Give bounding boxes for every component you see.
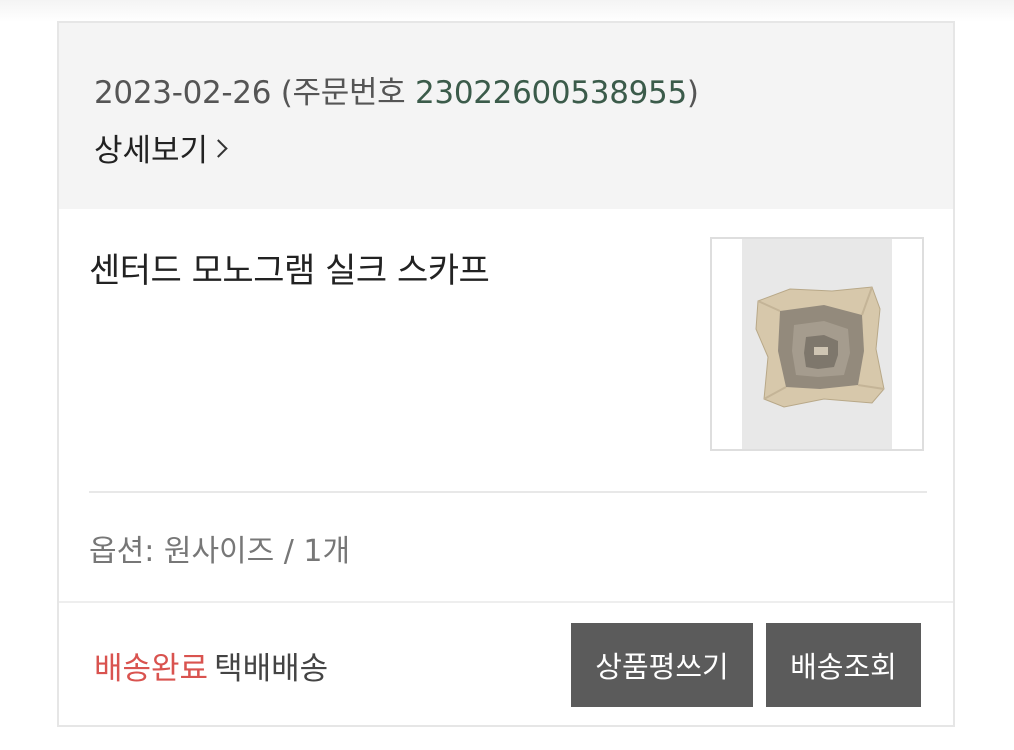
product-thumbnail[interactable] xyxy=(710,237,924,451)
order-card: 2023-02-26 (주문번호 23022600538955) 상세보기 센터… xyxy=(57,21,955,727)
detail-label: 상세보기 xyxy=(94,133,209,169)
order-number-prefix: (주문번호 xyxy=(271,75,415,111)
product-name[interactable]: 센터드 모노그램 실크 스카프 xyxy=(89,243,490,292)
order-header: 2023-02-26 (주문번호 23022600538955) 상세보기 xyxy=(59,23,953,209)
order-info: 2023-02-26 (주문번호 23022600538955) xyxy=(94,67,699,112)
shipping-status: 배송완료 택배배송 xyxy=(94,643,328,688)
scarf-image xyxy=(755,286,885,408)
product-option: 옵션: 원사이즈 / 1개 xyxy=(89,534,351,569)
order-date: 2023-02-26 xyxy=(94,75,272,111)
divider xyxy=(89,491,927,493)
chevron-right-icon xyxy=(209,139,228,158)
status-badge: 배송완료 xyxy=(94,651,209,687)
track-delivery-button[interactable]: 배송조회 xyxy=(766,623,921,707)
order-number: 23022600538955 xyxy=(414,75,687,111)
detail-link[interactable]: 상세보기 xyxy=(94,125,228,170)
write-review-button[interactable]: 상품평쓰기 xyxy=(571,623,753,707)
top-fade xyxy=(0,0,1014,22)
order-number-suffix: ) xyxy=(686,75,699,111)
divider xyxy=(59,601,953,603)
shipping-method: 택배배송 xyxy=(214,651,329,687)
